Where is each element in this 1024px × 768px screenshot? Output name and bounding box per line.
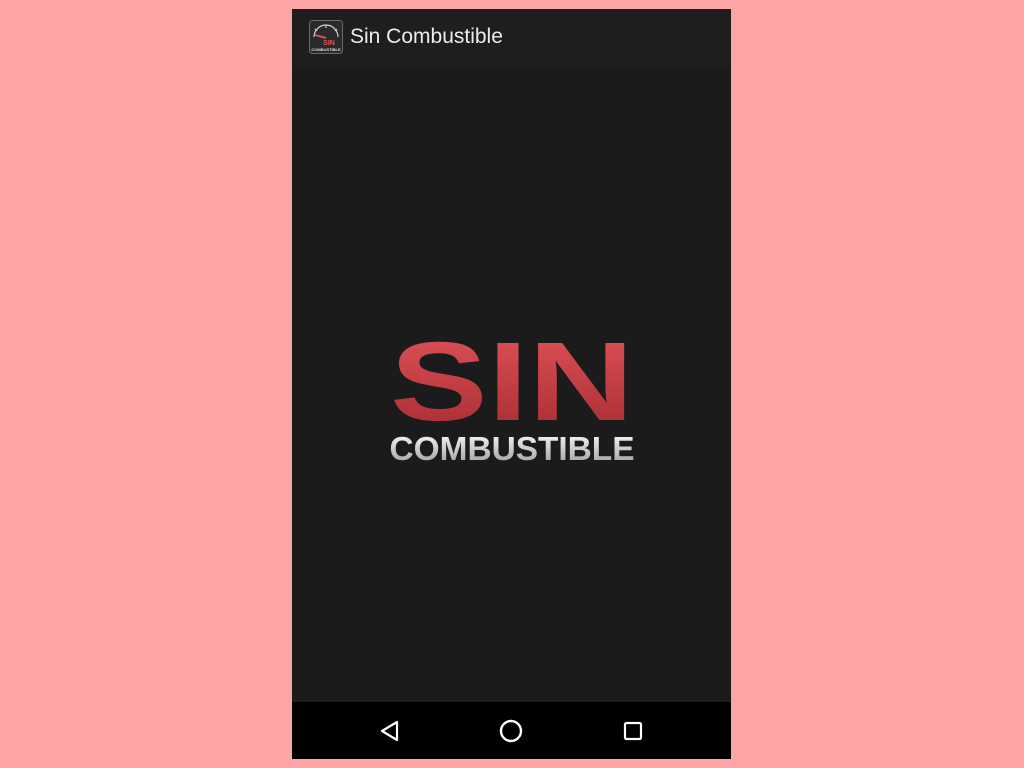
phone-screen: SIN COMBUSTIBLE Sin Combustible SIN COMB… [292, 9, 731, 759]
logo-text-sin: SIN [390, 319, 634, 444]
sin-combustible-logo: SIN COMBUSTIBLE [390, 319, 635, 467]
app-title: Sin Combustible [350, 25, 503, 48]
app-bar: SIN COMBUSTIBLE Sin Combustible [292, 9, 731, 67]
fuel-gauge-app-icon: SIN COMBUSTIBLE [309, 20, 343, 54]
back-button[interactable] [369, 710, 411, 752]
recents-button[interactable] [612, 710, 654, 752]
splash-content: SIN COMBUSTIBLE [292, 67, 731, 702]
recents-square-icon [623, 721, 643, 741]
back-triangle-icon [380, 720, 399, 742]
app-icon-text-top: SIN [323, 40, 335, 47]
home-circle-icon [499, 719, 523, 743]
logo-text-combustible: COMBUSTIBLE [390, 430, 635, 467]
app-icon-text-bottom: COMBUSTIBLE [311, 47, 341, 52]
home-button[interactable] [490, 710, 532, 752]
navigation-bar [292, 702, 731, 759]
